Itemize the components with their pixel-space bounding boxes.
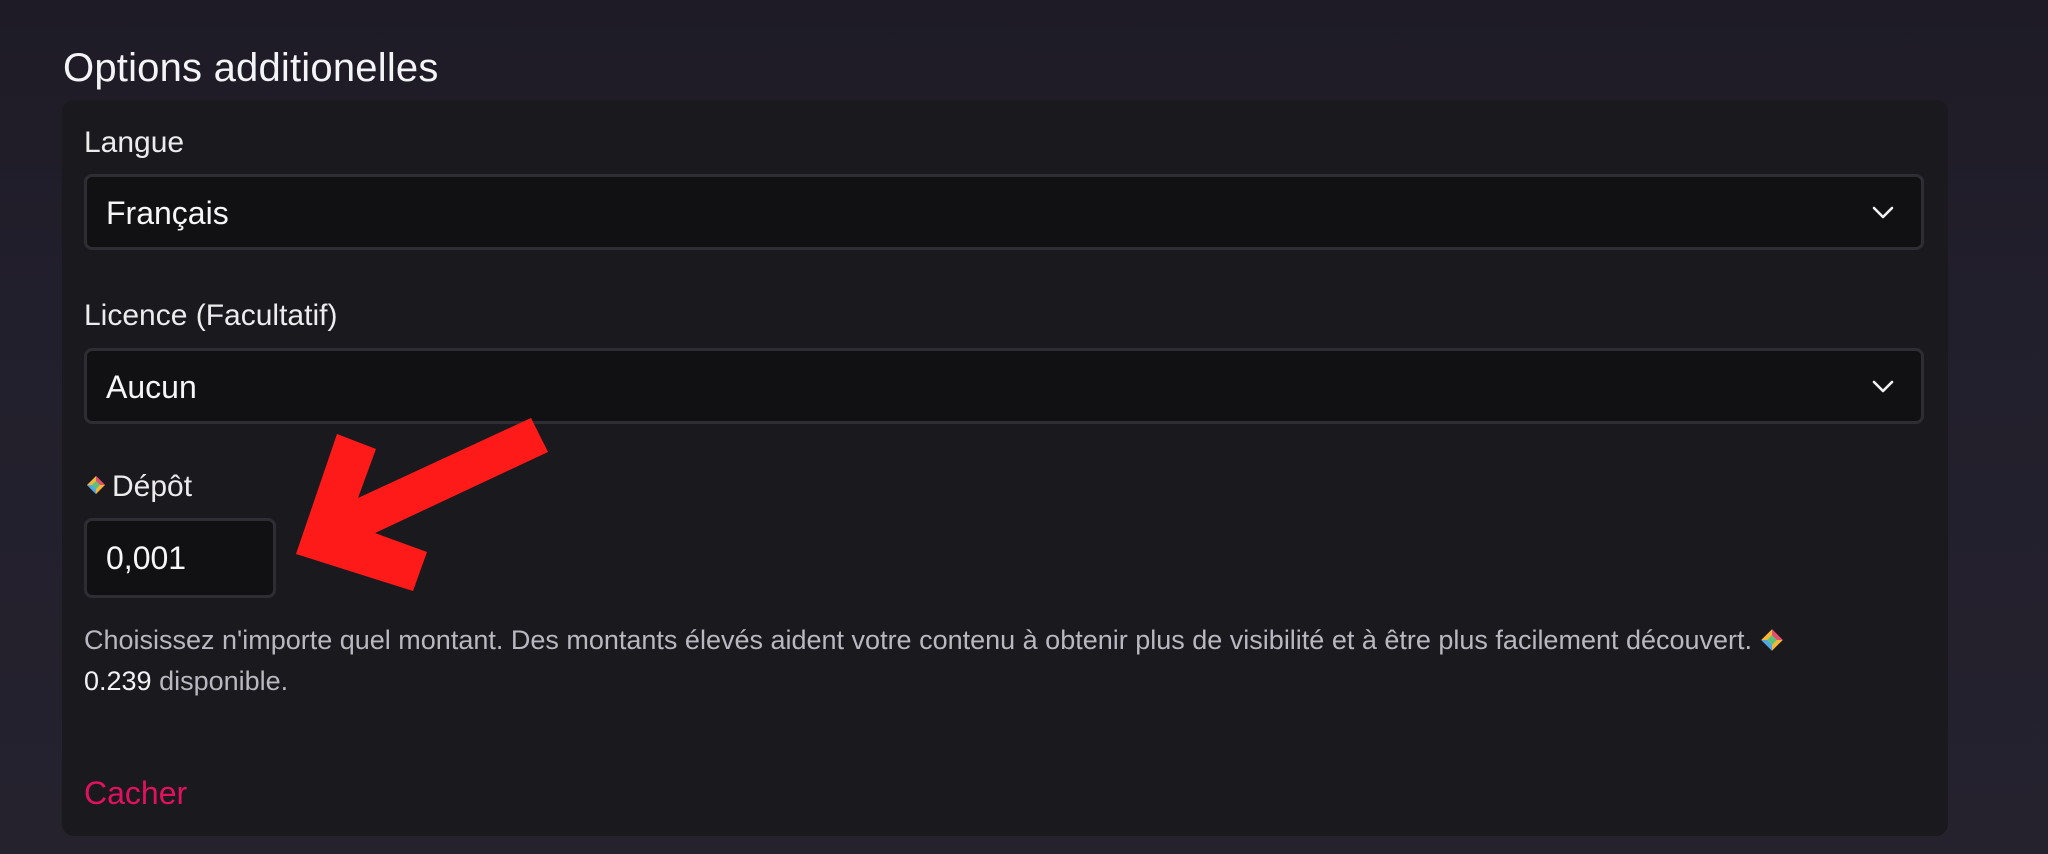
license-select[interactable]: Aucun [84, 348, 1924, 424]
chevron-down-icon [1872, 206, 1894, 219]
language-select[interactable]: Français [84, 174, 1924, 250]
deposit-label-text: Dépôt [112, 470, 193, 503]
language-selected-value: Français [106, 195, 229, 231]
lbc-credits-icon [87, 476, 105, 494]
available-suffix: disponible. [159, 666, 289, 696]
chevron-down-icon [1872, 380, 1894, 393]
deposit-amount-input[interactable] [84, 518, 276, 598]
lbc-credits-icon [1761, 629, 1783, 651]
additional-options-card: Langue Français Licence (Facultatif) Auc… [62, 100, 1948, 836]
deposit-help-description: Choisissez n'importe quel montant. Des m… [84, 625, 1753, 655]
language-label: Langue [84, 126, 185, 159]
hide-options-link[interactable]: Cacher [84, 773, 187, 813]
deposit-help-text: Choisissez n'importe quel montant. Des m… [84, 620, 1924, 702]
license-label: Licence (Facultatif) [84, 299, 338, 332]
license-selected-value: Aucun [106, 369, 197, 405]
section-title: Options additionelles [63, 46, 439, 90]
available-balance: 0.239 [84, 666, 152, 696]
